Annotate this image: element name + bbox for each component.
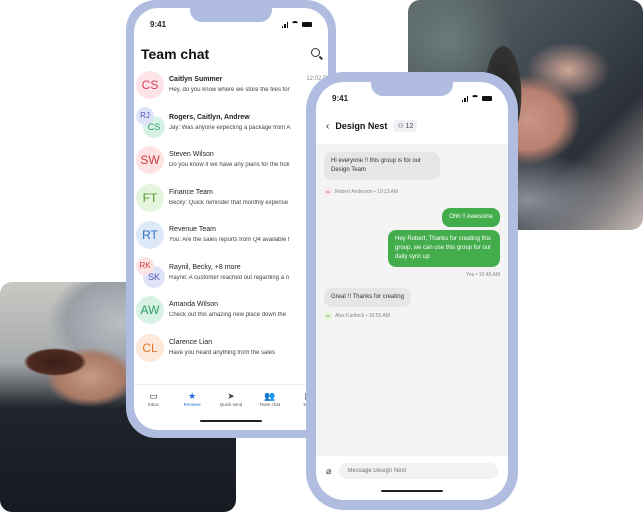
conversation-preview: Raynil: A customer reached out regarding… <box>169 274 290 281</box>
group-chat-screen: 9:41 ‹ Design Nest ⚇ 12 Hi everyone !! t… <box>316 82 508 500</box>
conversation-row[interactable]: CSCaitlyn Summer 12:02 PM Hey, do you kn… <box>134 68 328 106</box>
avatar: CS <box>136 71 164 99</box>
conversation-name: Rogers, Caitlyn, Andrew <box>169 113 250 121</box>
conversation-row[interactable]: RTRevenue Team ↰ Jan 2 You: Are the sale… <box>134 218 328 256</box>
wifi-icon <box>291 21 299 27</box>
message-meta-text: Alex Karthick • 10:55 AM <box>335 313 390 319</box>
conversation-name: Amanda Wilson <box>169 301 219 308</box>
message-meta: RA Robert Anderson • 10:13 AM <box>324 188 398 196</box>
conversation-preview: Do you know if we have any plans for the… <box>169 162 290 168</box>
home-indicator <box>200 420 262 422</box>
signal-icon <box>281 21 288 28</box>
tab-label: Inbox <box>147 402 159 407</box>
chat-header: ‹ Design Nest ⚇ 12 <box>316 110 508 142</box>
conversation-row[interactable]: SWSteven Wilson Thu Do you know if we ha… <box>134 143 328 181</box>
message-meta: You • 10:40 AM <box>466 272 500 278</box>
message-thread: Hi everyone !! this group is for our Des… <box>316 144 508 456</box>
message-input[interactable] <box>339 463 498 479</box>
avatar: RJ <box>136 106 154 125</box>
avatar: FT <box>136 183 164 212</box>
bottom-tab-bar: ▭ Inbox★ Reviews➤ Quick send👥 Team chat▦… <box>134 384 328 424</box>
team-chat-screen: 9:41 Team chat CSCaitlyn Summer 12:02 PM… <box>134 8 328 430</box>
tab-label: Team chat <box>259 402 281 407</box>
back-chevron-icon[interactable]: ‹ <box>326 121 329 132</box>
message-bubble-incoming: Great !! Thanks for creating <box>324 288 411 307</box>
conversation-name: Raynil, Becky, +8 more <box>169 263 241 271</box>
message-meta-text: Robert Anderson • 10:13 AM <box>335 189 399 195</box>
avatar: CL <box>136 333 164 362</box>
avatar: AW <box>136 296 164 324</box>
status-bar: 9:41 <box>150 18 312 30</box>
conversation-name: Revenue Team <box>169 226 216 233</box>
battery-icon <box>302 21 312 27</box>
message-composer: ⌀ <box>316 460 508 482</box>
conversation-row[interactable]: FTFinance Team Wed Becky: Quick reminder… <box>134 181 328 219</box>
conversation-preview: Check out this amazing new place down th… <box>169 312 287 318</box>
conversation-preview: Becky: Quick reminder that monthly expen… <box>169 199 289 206</box>
conversation-name: Steven Wilson <box>169 151 214 158</box>
conversation-preview: Jay: Was anyone expecting a package from… <box>169 124 291 131</box>
signal-icon <box>461 95 468 102</box>
conversation-row[interactable]: AWAmanda Wilson Jan 20 Check out this am… <box>134 293 328 331</box>
conversation-row[interactable]: CL Clarence Lian Have you heard anything … <box>134 331 328 369</box>
people-icon: ⚇ <box>397 123 404 130</box>
tab-label: Quick send <box>219 402 243 407</box>
conversation-row[interactable]: RJ CSRogers, Caitlyn, Andrew 11:25 PM Ja… <box>134 106 328 144</box>
people-icon: 👥 <box>264 391 276 401</box>
chat-title: Design Nest <box>335 121 388 131</box>
conversation-list: CSCaitlyn Summer 12:02 PM Hey, do you kn… <box>134 68 328 368</box>
message-meta-text: You • 10:40 AM <box>465 272 500 278</box>
sender-avatar: AK <box>324 312 332 320</box>
conversation-preview: You: Are the sales reports from Q4 avail… <box>169 237 290 243</box>
message-bubble-outgoing: Hey Robert, Thanks for creating this gro… <box>388 230 500 267</box>
member-count: 12 <box>405 122 414 130</box>
avatar: RK <box>136 256 154 275</box>
message-bubble-incoming: Hi everyone !! this group is for our Des… <box>324 152 440 180</box>
message-meta: AK Alex Karthick • 10:55 AM <box>324 312 390 320</box>
status-bar: 9:41 <box>332 92 492 104</box>
conversation-name: Caitlyn Summer <box>169 76 223 83</box>
conversation-preview: Have you heard anything from the sales <box>169 349 276 356</box>
send-icon: ➤ <box>227 391 235 401</box>
attachment-paperclip-icon[interactable]: ⌀ <box>326 466 331 477</box>
conversation-name: Finance Team <box>169 188 213 196</box>
tab-label: Reviews <box>183 402 201 407</box>
phone-team-chat: 9:41 Team chat CSCaitlyn Summer 12:02 PM… <box>126 0 336 438</box>
search-icon[interactable] <box>311 48 320 57</box>
avatar: SW <box>136 146 164 174</box>
conversation-name: Clarence Lian <box>169 338 213 346</box>
avatar: RT <box>136 221 164 249</box>
wifi-icon <box>471 95 479 101</box>
message-bubble-outgoing: Ohh !! Awesome <box>442 208 500 227</box>
status-time: 9:41 <box>150 19 167 29</box>
chat-bubble-icon: ▭ <box>149 391 158 401</box>
conversation-row[interactable]: RK SKRaynil, Becky, +8 more Jan 21 Rayni… <box>134 256 328 294</box>
sender-avatar: RA <box>324 188 332 196</box>
battery-icon <box>482 95 492 101</box>
conversation-preview: Hey, do you know where we store the file… <box>169 87 290 93</box>
star-icon: ★ <box>188 391 197 401</box>
member-count-badge[interactable]: ⚇ 12 <box>393 120 418 132</box>
status-time: 9:41 <box>332 93 349 103</box>
tab-inbox[interactable]: ▭ Inbox <box>136 391 170 424</box>
phone-group-chat: 9:41 ‹ Design Nest ⚇ 12 Hi everyone !! t… <box>306 72 518 510</box>
home-indicator <box>381 490 443 492</box>
page-title: Team chat <box>141 46 210 62</box>
